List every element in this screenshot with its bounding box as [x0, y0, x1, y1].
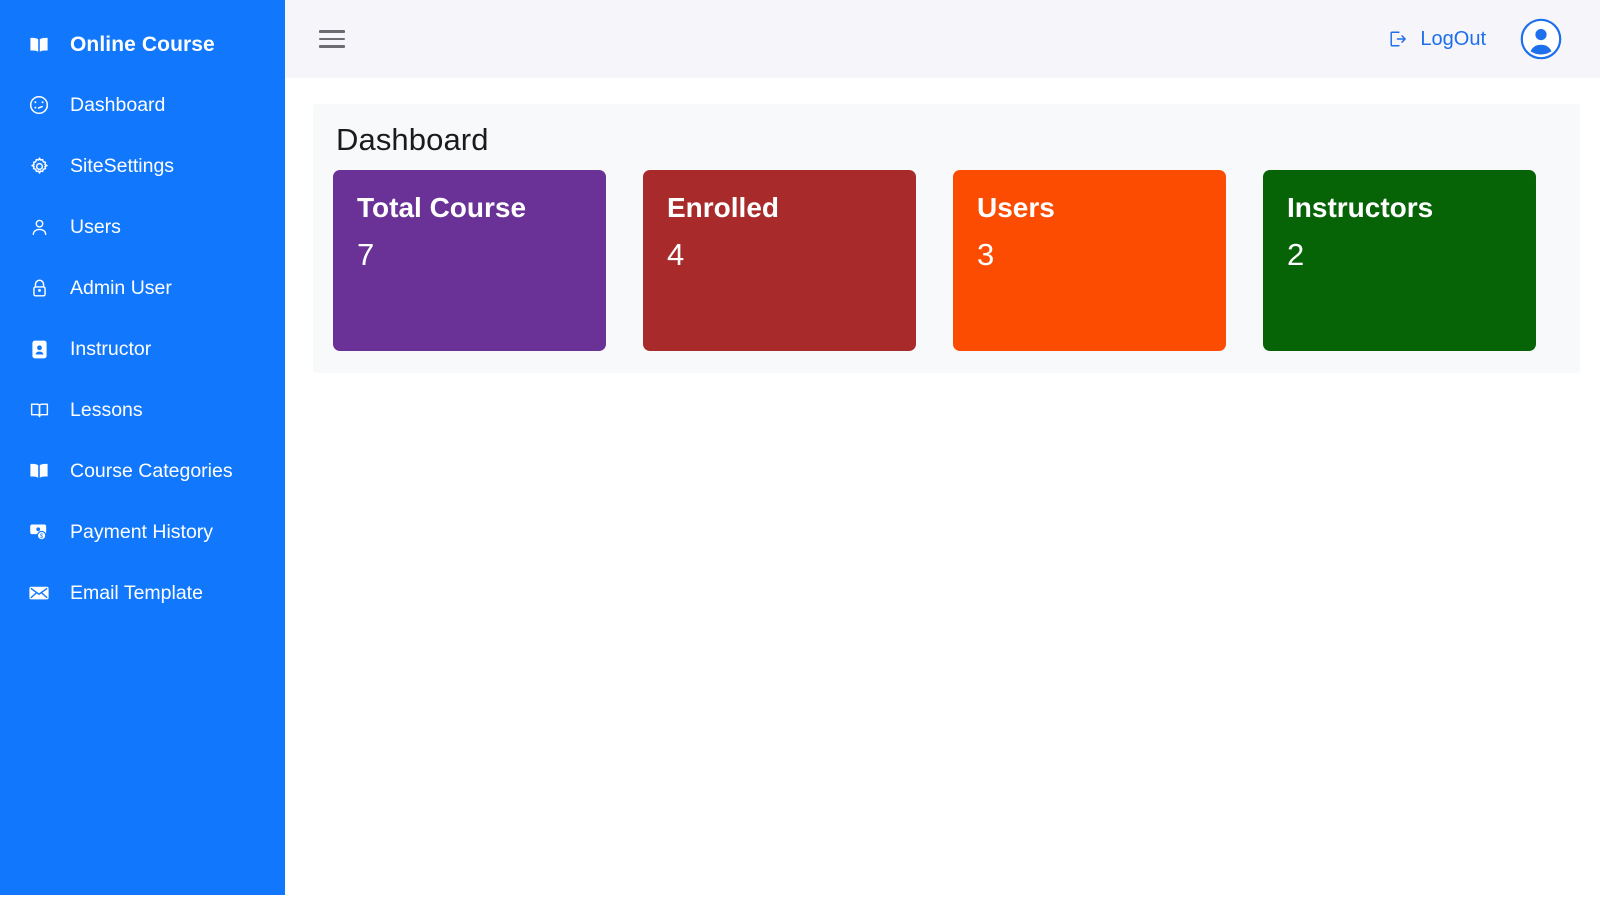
stat-card-value: 4: [667, 237, 685, 273]
envelope-icon: [26, 580, 52, 606]
sidebar-item-label: Payment History: [70, 520, 214, 543]
sidebar-item-course-categories[interactable]: Course Categories: [0, 450, 285, 492]
sidebar-item-label: Dashboard: [70, 93, 166, 116]
sidebar: Online Course Dashboard SiteSettings Use…: [0, 0, 285, 895]
logout-button[interactable]: LogOut: [1385, 26, 1486, 52]
sidebar-item-label: SiteSettings: [70, 154, 175, 177]
sidebar-item-label: Lessons: [70, 398, 143, 421]
logout-label: LogOut: [1420, 27, 1486, 50]
sidebar-item-label: Email Template: [70, 581, 203, 604]
lock-person-icon: [26, 275, 52, 301]
content-area: Dashboard Total Course 7 Enrolled 4 User…: [285, 78, 1600, 900]
sidebar-item-instructor[interactable]: Instructor: [0, 328, 285, 370]
sidebar-item-label: Instructor: [70, 337, 152, 360]
book-open-icon: [26, 32, 52, 58]
stat-card-total-course[interactable]: Total Course 7: [333, 170, 606, 351]
topbar-actions: LogOut: [1385, 18, 1562, 60]
stat-card-label: Users: [977, 192, 1055, 223]
app-root: Online Course Dashboard SiteSettings Use…: [0, 0, 1600, 900]
stat-cards: Total Course 7 Enrolled 4 Users 3 Instru…: [333, 170, 1556, 351]
stat-card-enrolled[interactable]: Enrolled 4: [643, 170, 916, 351]
stat-card-label: Enrolled: [667, 192, 780, 223]
gear-icon: [26, 153, 52, 179]
stat-card-label: Instructors: [1287, 192, 1434, 223]
avatar[interactable]: [1520, 18, 1562, 60]
book-open-icon: [26, 458, 52, 484]
stat-card-instructors[interactable]: Instructors 2: [1263, 170, 1536, 351]
sidebar-brand-label: Online Course: [70, 33, 215, 56]
sidebar-item-email-template[interactable]: Email Template: [0, 572, 285, 614]
dashboard-panel: Dashboard Total Course 7 Enrolled 4 User…: [313, 104, 1580, 373]
sidebar-brand[interactable]: Online Course: [0, 22, 285, 68]
stat-card-value: 7: [357, 237, 375, 273]
sidebar-item-label: Users: [70, 215, 121, 238]
sidebar-item-sitesettings[interactable]: SiteSettings: [0, 145, 285, 187]
id-badge-icon: [26, 336, 52, 362]
stat-card-users[interactable]: Users 3: [953, 170, 1226, 351]
sidebar-item-lessons[interactable]: Lessons: [0, 389, 285, 431]
sidebar-item-dashboard[interactable]: Dashboard: [0, 84, 285, 126]
stat-card-value: 3: [977, 237, 995, 273]
gauge-icon: [26, 92, 52, 118]
stat-card-label: Total Course: [357, 192, 527, 223]
page-title: Dashboard: [336, 122, 489, 157]
sidebar-item-payment-history[interactable]: $ Payment History: [0, 511, 285, 553]
person-icon: [26, 214, 52, 240]
user-circle-icon: [1520, 18, 1562, 60]
book-icon: [26, 397, 52, 423]
stat-card-value: 2: [1287, 237, 1305, 273]
sidebar-item-label: Course Categories: [70, 459, 233, 482]
hamburger-icon[interactable]: [317, 27, 347, 51]
sidebar-item-label: Admin User: [70, 276, 172, 299]
main-area: LogOut Dashboard Total Course 7 Enrolled…: [285, 0, 1600, 900]
money-icon: $: [26, 519, 52, 545]
sidebar-item-users[interactable]: Users: [0, 206, 285, 248]
sign-out-icon: [1385, 26, 1411, 52]
topbar: LogOut: [285, 0, 1600, 78]
sidebar-item-admin-user[interactable]: Admin User: [0, 267, 285, 309]
